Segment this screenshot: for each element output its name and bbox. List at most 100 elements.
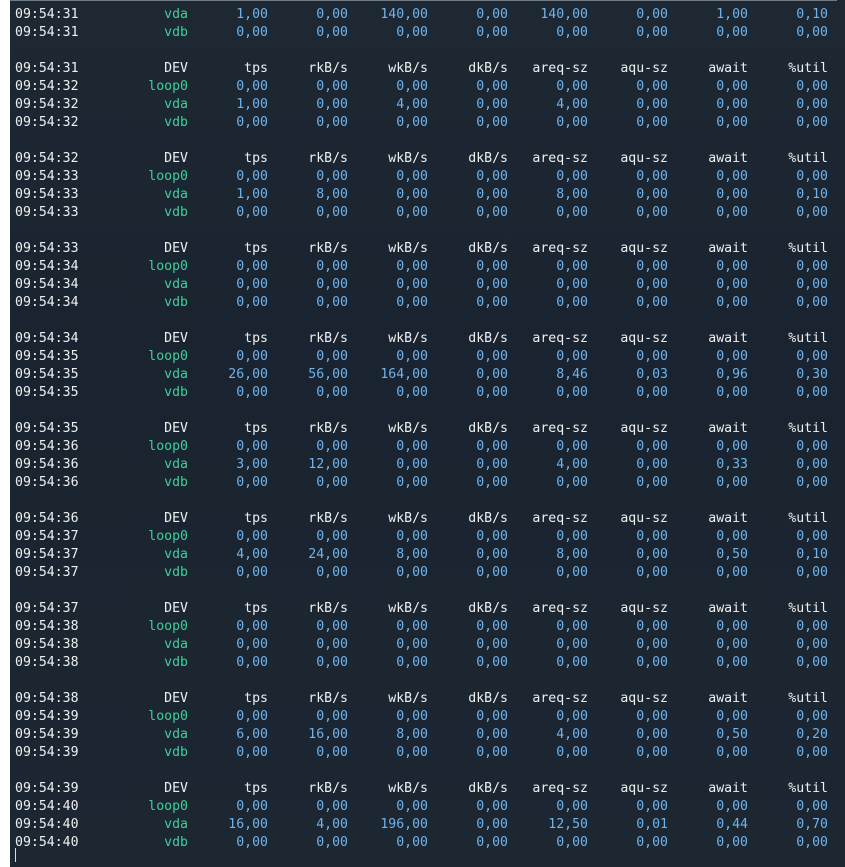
header-device: DEV xyxy=(164,421,188,436)
header-rkb-per-sec: rkB/s xyxy=(308,781,348,796)
cell-aqu-sz: 0,00 xyxy=(636,529,668,544)
device-stats-row: 09:54:37 vdb 0,00 0,00 0,00 0,00 0,00 0,00 0,00 0… xyxy=(15,564,835,582)
cell-device: vda xyxy=(164,637,188,652)
cell-wkb-per-sec: 0,00 xyxy=(396,79,428,94)
header-timestamp: 09:54:36 xyxy=(15,511,79,526)
header-dkb-per-sec: dkB/s xyxy=(468,421,508,436)
cell-device: vda xyxy=(164,97,188,112)
cell-wkb-per-sec: 0,00 xyxy=(396,745,428,760)
cell-aqu-sz: 0,00 xyxy=(636,115,668,130)
header-areq-sz: areq-sz xyxy=(532,691,588,706)
cell-dkb-per-sec: 0,00 xyxy=(476,115,508,130)
cell-await: 0,00 xyxy=(716,619,748,634)
cell-tps: 3,00 xyxy=(236,457,268,472)
cell-aqu-sz: 0,00 xyxy=(636,835,668,850)
device-stats-row: 09:54:40 vda 16,00 4,00 196,00 0,00 12,50 0,01 0… xyxy=(15,816,835,834)
header-wkb-per-sec: wkB/s xyxy=(388,601,428,616)
cell-aqu-sz: 0,00 xyxy=(636,79,668,94)
header-await: await xyxy=(708,61,748,76)
cell-timestamp: 09:54:33 xyxy=(15,187,79,202)
cell-dkb-per-sec: 0,00 xyxy=(476,349,508,364)
cell-timestamp: 09:54:40 xyxy=(15,835,79,850)
cell-tps: 0,00 xyxy=(236,565,268,580)
cell-await: 0,00 xyxy=(716,277,748,292)
cell-rkb-per-sec: 8,00 xyxy=(316,187,348,202)
header-device: DEV xyxy=(164,151,188,166)
device-stats-row: 09:54:32 vdb 0,00 0,00 0,00 0,00 0,00 0,00 0,00 0… xyxy=(15,114,835,132)
cell-areq-sz: 0,00 xyxy=(556,799,588,814)
device-stats-row: 09:54:33 vda 1,00 8,00 0,00 0,00 8,00 0,00 0,00 0… xyxy=(15,186,835,204)
device-stats-row: 09:54:31 vdb 0,00 0,00 0,00 0,00 0,00 0,00 0,00 0… xyxy=(15,24,835,42)
header-wkb-per-sec: wkB/s xyxy=(388,691,428,706)
cell-tps: 0,00 xyxy=(236,79,268,94)
header-util-percent: %util xyxy=(788,781,828,796)
cell-tps: 6,00 xyxy=(236,727,268,742)
header-util-percent: %util xyxy=(788,151,828,166)
device-stats-row: 09:54:36 vdb 0,00 0,00 0,00 0,00 0,00 0,00 0,00 0… xyxy=(15,474,835,492)
cell-dkb-per-sec: 0,00 xyxy=(476,817,508,832)
cell-dkb-per-sec: 0,00 xyxy=(476,79,508,94)
cell-await: 0,00 xyxy=(716,25,748,40)
cell-wkb-per-sec: 0,00 xyxy=(396,259,428,274)
cell-rkb-per-sec: 0,00 xyxy=(316,529,348,544)
cell-timestamp: 09:54:39 xyxy=(15,745,79,760)
device-stats-row: 09:54:37 vda 4,00 24,00 8,00 0,00 8,00 0,00 0,50… xyxy=(15,546,835,564)
cell-areq-sz: 0,00 xyxy=(556,79,588,94)
header-aqu-sz: aqu-sz xyxy=(620,151,668,166)
cell-areq-sz: 0,00 xyxy=(556,277,588,292)
cell-device: vda xyxy=(164,187,188,202)
header-tps: tps xyxy=(244,601,268,616)
cell-wkb-per-sec: 0,00 xyxy=(396,295,428,310)
cell-rkb-per-sec: 0,00 xyxy=(316,25,348,40)
cell-util-percent: 0,00 xyxy=(796,637,828,652)
header-await: await xyxy=(708,241,748,256)
cell-util-percent: 0,00 xyxy=(796,529,828,544)
column-header-row: 09:54:37 DEV tps rkB/s wkB/s dkB/s areq-sz aqu-… xyxy=(15,600,835,618)
cell-device: loop0 xyxy=(148,619,188,634)
cell-dkb-per-sec: 0,00 xyxy=(476,295,508,310)
cell-util-percent: 0,00 xyxy=(796,835,828,850)
header-rkb-per-sec: rkB/s xyxy=(308,331,348,346)
cell-areq-sz: 8,46 xyxy=(556,367,588,382)
cell-device: vdb xyxy=(164,565,188,580)
cell-dkb-per-sec: 0,00 xyxy=(476,277,508,292)
cell-await: 0,00 xyxy=(716,259,748,274)
terminal-window[interactable]: 09:54:31 vda 1,00 0,00 140,00 0,00 140,00 0,00 1… xyxy=(10,0,845,867)
device-stats-row: 09:54:35 vdb 0,00 0,00 0,00 0,00 0,00 0,00 0,00 0… xyxy=(15,384,835,402)
cell-device: vda xyxy=(164,7,188,22)
header-timestamp: 09:54:35 xyxy=(15,421,79,436)
cell-timestamp: 09:54:31 xyxy=(15,7,79,22)
device-stats-row: 09:54:35 loop0 0,00 0,00 0,00 0,00 0,00 0,00 0,0… xyxy=(15,348,835,366)
cell-rkb-per-sec: 0,00 xyxy=(316,835,348,850)
cell-tps: 0,00 xyxy=(236,475,268,490)
cell-dkb-per-sec: 0,00 xyxy=(476,439,508,454)
header-rkb-per-sec: rkB/s xyxy=(308,601,348,616)
column-header-row: 09:54:38 DEV tps rkB/s wkB/s dkB/s areq-sz aqu-… xyxy=(15,690,835,708)
cell-tps: 0,00 xyxy=(236,25,268,40)
cell-device: vdb xyxy=(164,115,188,130)
cell-util-percent: 0,00 xyxy=(796,97,828,112)
cell-areq-sz: 0,00 xyxy=(556,259,588,274)
cell-await: 0,00 xyxy=(716,115,748,130)
cell-rkb-per-sec: 0,00 xyxy=(316,277,348,292)
header-areq-sz: areq-sz xyxy=(532,421,588,436)
cell-dkb-per-sec: 0,00 xyxy=(476,547,508,562)
cell-aqu-sz: 0,00 xyxy=(636,619,668,634)
header-await: await xyxy=(708,601,748,616)
header-util-percent: %util xyxy=(788,241,828,256)
cell-await: 0,00 xyxy=(716,529,748,544)
cell-wkb-per-sec: 0,00 xyxy=(396,637,428,652)
header-tps: tps xyxy=(244,151,268,166)
header-tps: tps xyxy=(244,691,268,706)
cell-util-percent: 0,00 xyxy=(796,385,828,400)
column-header-row: 09:54:31 DEV tps rkB/s wkB/s dkB/s areq-sz aqu-… xyxy=(15,60,835,78)
cell-util-percent: 0,00 xyxy=(796,655,828,670)
cell-timestamp: 09:54:38 xyxy=(15,619,79,634)
cell-wkb-per-sec: 0,00 xyxy=(396,205,428,220)
cell-areq-sz: 4,00 xyxy=(556,727,588,742)
cell-aqu-sz: 0,00 xyxy=(636,169,668,184)
header-wkb-per-sec: wkB/s xyxy=(388,781,428,796)
